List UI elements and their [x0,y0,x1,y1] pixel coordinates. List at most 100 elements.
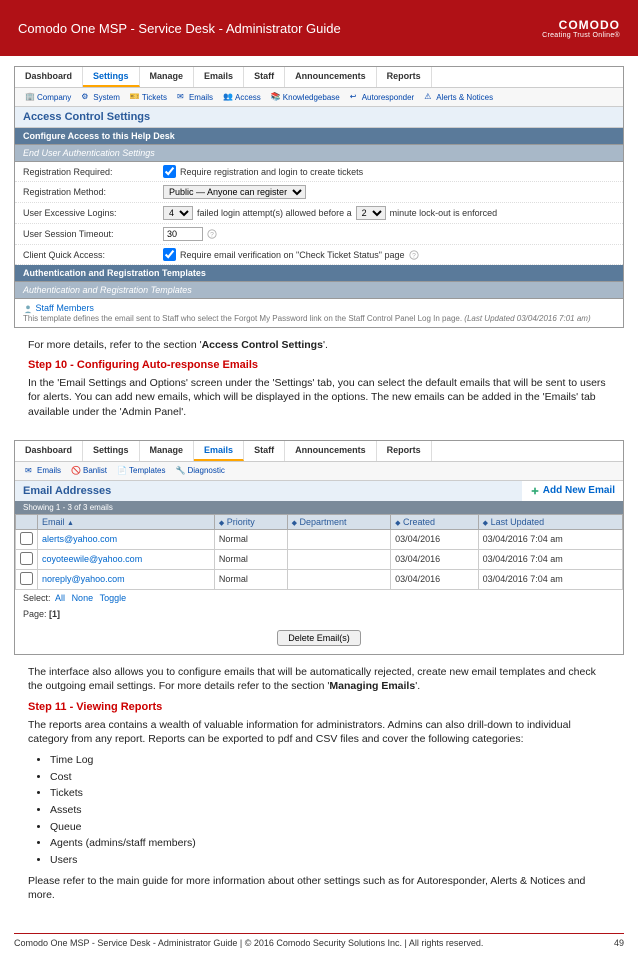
tab-settings[interactable]: Settings [83,67,140,87]
select-minutes[interactable]: 2 [356,206,386,220]
banlist-icon: 🚫 [71,466,81,476]
table-row: coyoteewile@yahoo.comNormal03/04/201603/… [16,549,623,569]
col-email[interactable]: Email ▲ [38,514,215,529]
row-checkbox[interactable] [20,532,33,545]
tab-staff[interactable]: Staff [244,441,285,461]
table-row: alerts@yahoo.comNormal03/04/201603/04/20… [16,529,623,549]
subnav-company[interactable]: 🏢Company [21,91,75,103]
row-registration-required: Registration Required: Require registrat… [15,162,623,182]
email-table: Email ▲ ◆ Priority ◆ Department ◆ Create… [15,514,623,590]
select-all-link[interactable]: All [55,593,65,603]
tab-reports[interactable]: Reports [377,67,432,87]
template-staff-members: Staff Members This template defines the … [15,299,623,327]
diamond-icon: ◆ [483,520,488,527]
add-new-email-link[interactable]: Add New Email [543,485,615,496]
tab-emails[interactable]: Emails [194,441,244,461]
page-footer: Comodo One MSP - Service Desk - Administ… [14,933,624,948]
checkbox-label: Require registration and login to create… [180,167,363,177]
company-icon: 🏢 [25,92,35,102]
templates-icon: 📄 [117,466,127,476]
subnav-tickets[interactable]: 🎫Tickets [126,91,171,103]
sort-asc-icon: ▲ [67,520,74,527]
label: User Session Timeout: [23,229,163,239]
label: User Excessive Logins: [23,208,163,218]
result-summary: Showing 1 - 3 of 3 emails [15,501,623,514]
tab-reports[interactable]: Reports [377,441,432,461]
person-icon [23,304,33,314]
row-checkbox[interactable] [20,552,33,565]
step-10-heading: Step 10 - Configuring Auto-response Emai… [28,358,610,373]
emails-icon: ✉ [177,92,187,102]
diamond-icon: ◆ [292,520,297,527]
template-link[interactable]: Staff Members [36,303,94,313]
email-link[interactable]: coyoteewile@yahoo.com [42,554,142,564]
section-link-acs[interactable]: Access Control Settings [202,339,323,351]
col-updated[interactable]: ◆ Last Updated [478,514,622,529]
subnav-alerts-notices[interactable]: ⚠Alerts & Notices [420,91,497,103]
row-checkbox[interactable] [20,572,33,585]
col-priority[interactable]: ◆ Priority [214,514,287,529]
col-department[interactable]: ◆ Department [287,514,391,529]
row-registration-method: Registration Method: Public — Anyone can… [15,182,623,203]
tab-manage[interactable]: Manage [140,67,195,87]
list-item: Assets [50,803,610,818]
table-header-row: Email ▲ ◆ Priority ◆ Department ◆ Create… [16,514,623,529]
subnav-emails[interactable]: ✉Emails [21,465,65,477]
tab-emails[interactable]: Emails [194,67,244,87]
email-link[interactable]: noreply@yahoo.com [42,574,125,584]
section-link-managing-emails[interactable]: Managing Emails [329,680,415,692]
brand-tagline: Creating Trust Online® [542,32,620,39]
tab-dashboard[interactable]: Dashboard [15,67,83,87]
email-table-body: alerts@yahoo.comNormal03/04/201603/04/20… [16,529,623,589]
report-categories-list: Time LogCostTicketsAssetsQueueAgents (ad… [50,753,610,868]
subnav-access[interactable]: 👥Access [219,91,265,103]
text: failed login attempt(s) allowed before a [197,208,352,218]
tab-announcements[interactable]: Announcements [285,441,377,461]
subnav-system[interactable]: ⚙System [77,91,124,103]
tab-announcements[interactable]: Announcements [285,67,377,87]
select-toggle-link[interactable]: Toggle [100,593,127,603]
svg-text:?: ? [210,232,214,239]
label: Client Quick Access: [23,250,163,260]
subnav-emails[interactable]: ✉Emails [173,91,217,103]
doc-title: Comodo One MSP - Service Desk - Administ… [18,21,341,36]
input-session-timeout[interactable] [163,227,203,241]
select-attempts[interactable]: 4 [163,206,193,220]
body-section-2: The interface also allows you to configu… [0,661,638,913]
diamond-icon: ◆ [395,520,400,527]
system-icon: ⚙ [81,92,91,102]
list-item: Agents (admins/staff members) [50,836,610,851]
delete-email-button[interactable]: Delete Email(s) [277,630,361,646]
table-row: noreply@yahoo.comNormal03/04/201603/04/2… [16,569,623,589]
subnav-knowledgebase[interactable]: 📚Knowledgebase [267,91,344,103]
row-excessive-logins: User Excessive Logins: 4 failed login at… [15,203,623,224]
tab-dashboard[interactable]: Dashboard [15,441,83,461]
subnav-templates[interactable]: 📄Templates [113,465,169,477]
col-created[interactable]: ◆ Created [391,514,479,529]
diamond-icon: ◆ [219,520,224,527]
subnav-autoresponder[interactable]: ↩Autoresponder [346,91,418,103]
help-icon[interactable]: ? [409,250,419,260]
label: Registration Method: [23,187,163,197]
access-icon: 👥 [223,92,233,102]
step-11-heading: Step 11 - Viewing Reports [28,700,610,715]
checkbox-reg-required[interactable] [163,165,176,178]
template-updated: (Last Updated 03/04/2016 7:01 am) [464,314,590,323]
sub-nav: 🏢Company⚙System🎫Tickets✉Emails👥Access📚Kn… [15,88,623,107]
list-item: Queue [50,820,610,835]
tab-manage[interactable]: Manage [140,441,195,461]
tab-settings[interactable]: Settings [83,441,140,461]
tab-staff[interactable]: Staff [244,67,285,87]
subnav-banlist[interactable]: 🚫Banlist [67,465,111,477]
closing-text: Please refer to the main guide for more … [28,874,610,903]
email-link[interactable]: alerts@yahoo.com [42,534,117,544]
select-none-link[interactable]: None [72,593,94,603]
body-section-1: For more details, refer to the section '… [0,334,638,430]
subnav-diagnostic[interactable]: 🔧Diagnostic [172,465,229,477]
checkbox-quick-access[interactable] [163,248,176,261]
select-reg-method[interactable]: Public — Anyone can register [163,185,306,199]
list-item: Tickets [50,786,610,801]
help-icon[interactable]: ? [207,229,217,239]
section-bar-auth: End User Authentication Settings [15,145,623,162]
page-number: [1] [49,609,60,619]
